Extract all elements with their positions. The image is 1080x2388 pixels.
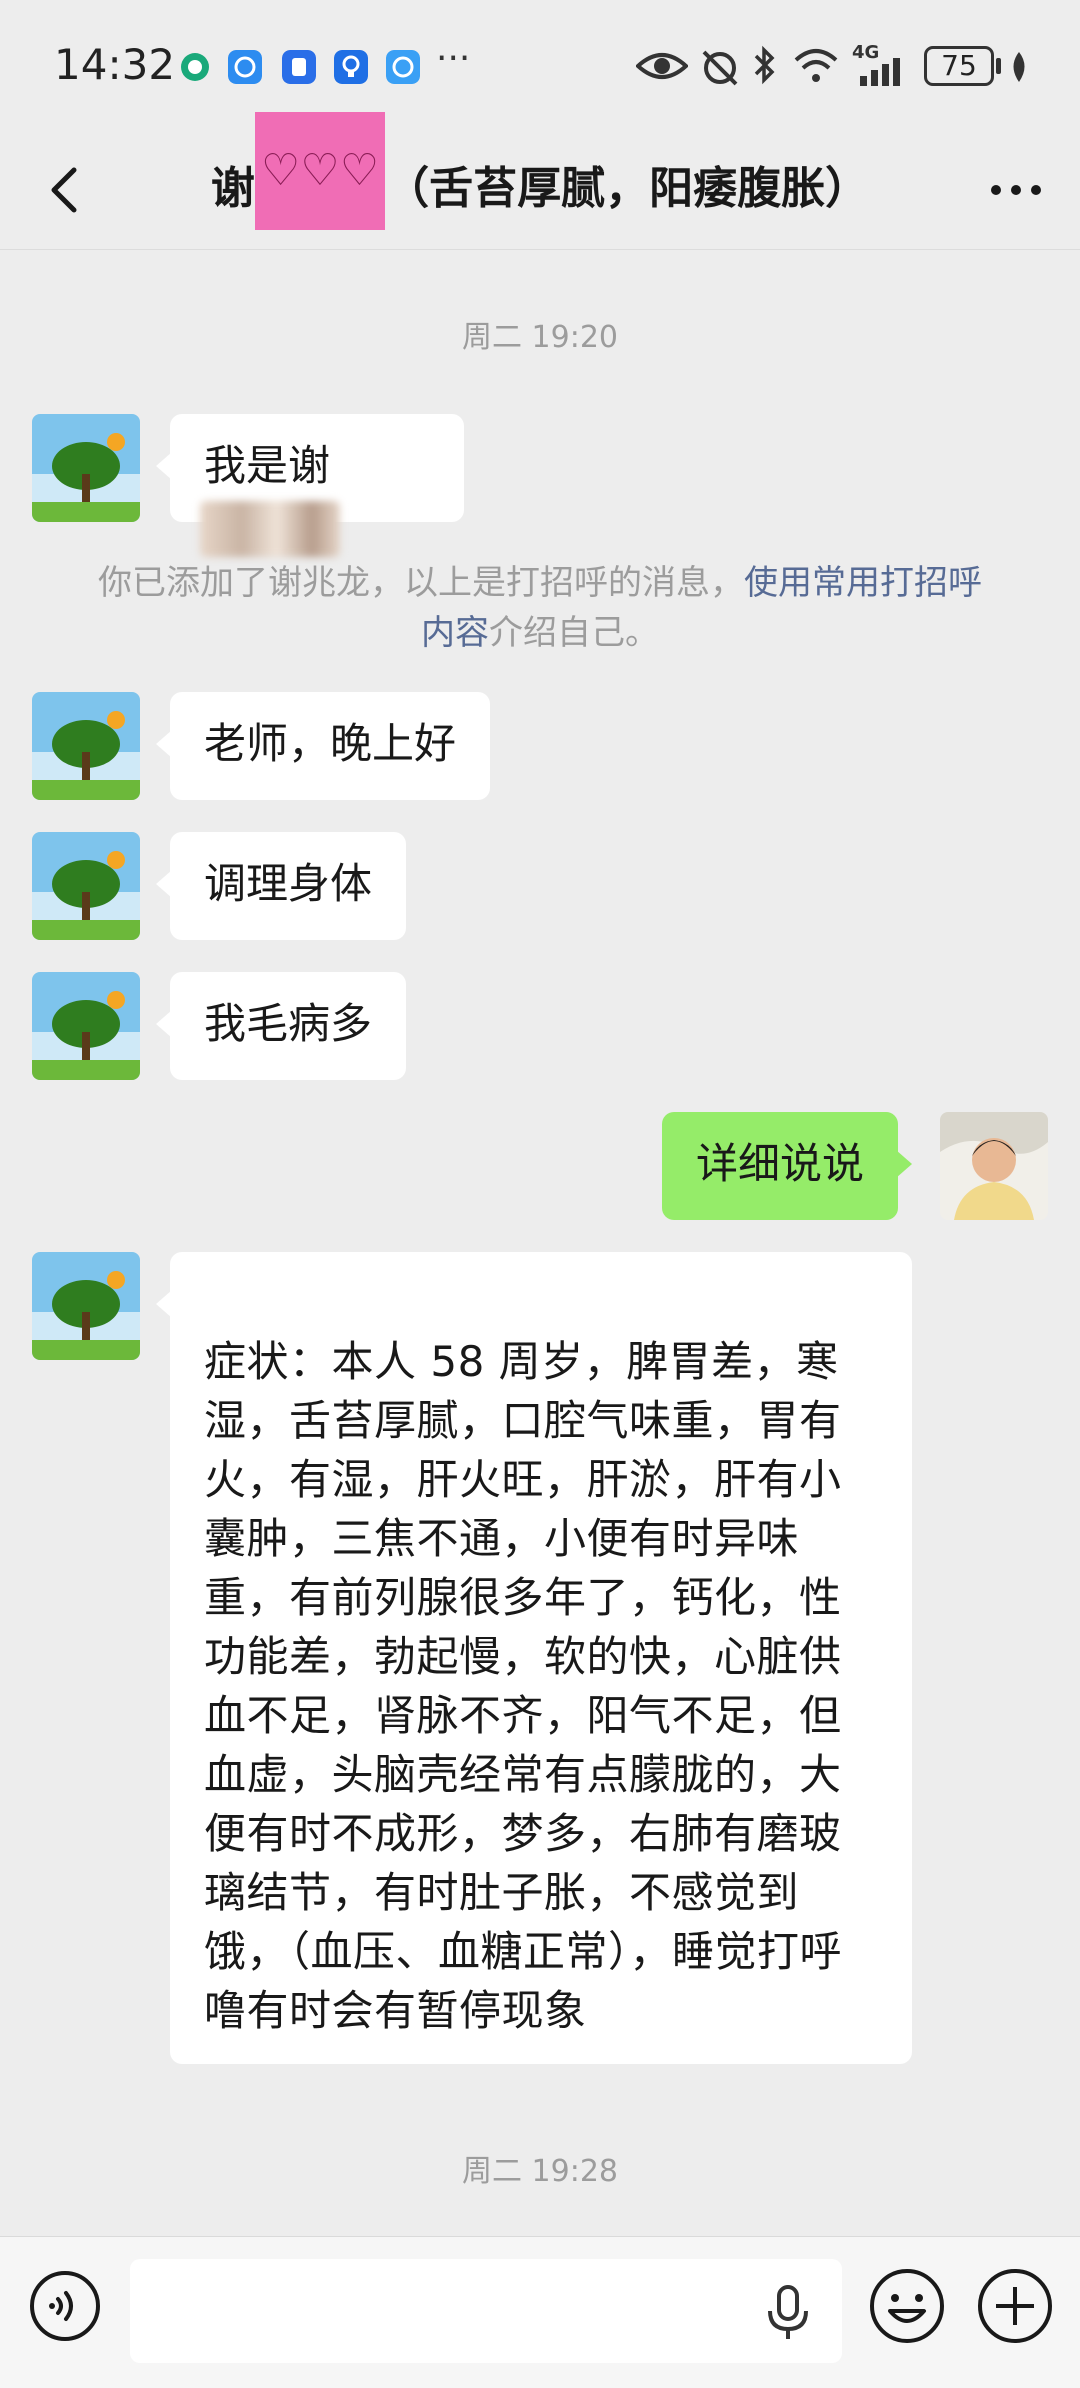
contact-avatar[interactable] <box>32 692 140 800</box>
title-suffix: （舌苔厚腻，阳痿腹胀） <box>385 163 870 214</box>
message-bubble[interactable]: 我毛病多 <box>155 972 407 1080</box>
app-notification-icon <box>181 53 209 81</box>
emoji-icon[interactable] <box>868 2267 946 2345</box>
microphone-icon[interactable] <box>766 2285 810 2341</box>
battery-tip <box>996 58 1001 74</box>
message-text: 我毛病多 <box>204 999 373 1048</box>
system-notice: 你已添加了谢兆龙，以上是打招呼的消息，使用常用打招呼内容介绍自己。 <box>90 558 990 658</box>
message-timestamp: 周二 19:20 <box>462 320 618 355</box>
chat-header: 谢 ♡♡♡ （舌苔厚腻，阳痿腹胀） <box>0 112 1080 250</box>
more-options-icon[interactable] <box>986 170 1046 210</box>
message-text: 老师，晚上好 <box>204 719 457 768</box>
title-highlight: ♡♡♡ <box>254 112 386 230</box>
more-notifications-icon: ··· <box>436 38 471 79</box>
message-text: 详细说说 <box>696 1139 865 1188</box>
message-timestamp: 周二 19:28 <box>462 2154 618 2189</box>
greeting-text: 我是谢 <box>204 441 331 490</box>
message-bubble[interactable]: 调理身体 <box>155 832 407 940</box>
eye-icon <box>636 53 688 79</box>
title-prefix: 谢 <box>210 163 255 214</box>
input-bar <box>0 2236 1080 2388</box>
status-time: 14:32 <box>54 40 176 89</box>
blurred-name <box>200 500 340 557</box>
bulb-notification-icon <box>334 50 368 84</box>
contact-avatar[interactable] <box>32 832 140 940</box>
message-bubble-greeting[interactable]: 我是谢 <box>156 414 464 557</box>
my-avatar[interactable] <box>940 1112 1048 1220</box>
symptoms-message-bubble[interactable]: 症状：本人 58 周岁，脾胃差，寒湿，舌苔厚腻，口腔气味重，胃有火，有湿，肝火旺… <box>156 1252 912 2064</box>
system-notice-text: 你已添加了谢兆龙，以上是打招呼的消息， <box>98 563 744 603</box>
my-message-bubble[interactable]: 详细说说 <box>662 1112 913 1220</box>
battery-indicator: 75 <box>924 46 994 86</box>
leaf-icon <box>1013 52 1025 82</box>
contact-avatar[interactable] <box>32 972 140 1080</box>
app-notification-icon-2 <box>282 50 316 84</box>
contact-avatar[interactable] <box>32 414 140 522</box>
alarm-off-icon <box>702 50 738 86</box>
voice-input-icon[interactable] <box>28 2269 102 2343</box>
add-attachment-icon[interactable] <box>976 2267 1054 2345</box>
browser-notification-icon-2 <box>386 50 420 84</box>
status-bar: 14:32 ··· 4G 75 <box>0 0 1080 130</box>
message-text: 症状：本人 58 周岁，脾胃差，寒湿，舌苔厚腻，口腔气味重，胃有火，有湿，肝火旺… <box>204 1337 843 2035</box>
contact-avatar[interactable] <box>32 1252 140 1360</box>
wifi-icon <box>794 49 838 82</box>
message-text: 调理身体 <box>204 859 373 908</box>
browser-notification-icon <box>228 50 262 84</box>
system-notice-suffix: 介绍自己。 <box>489 613 659 653</box>
message-input[interactable] <box>130 2259 842 2363</box>
signal-icon <box>860 58 900 86</box>
chat-title: 谢 ♡♡♡ （舌苔厚腻，阳痿腹胀） <box>0 112 1080 230</box>
bluetooth-icon <box>754 45 775 85</box>
message-bubble[interactable]: 老师，晚上好 <box>155 692 491 800</box>
